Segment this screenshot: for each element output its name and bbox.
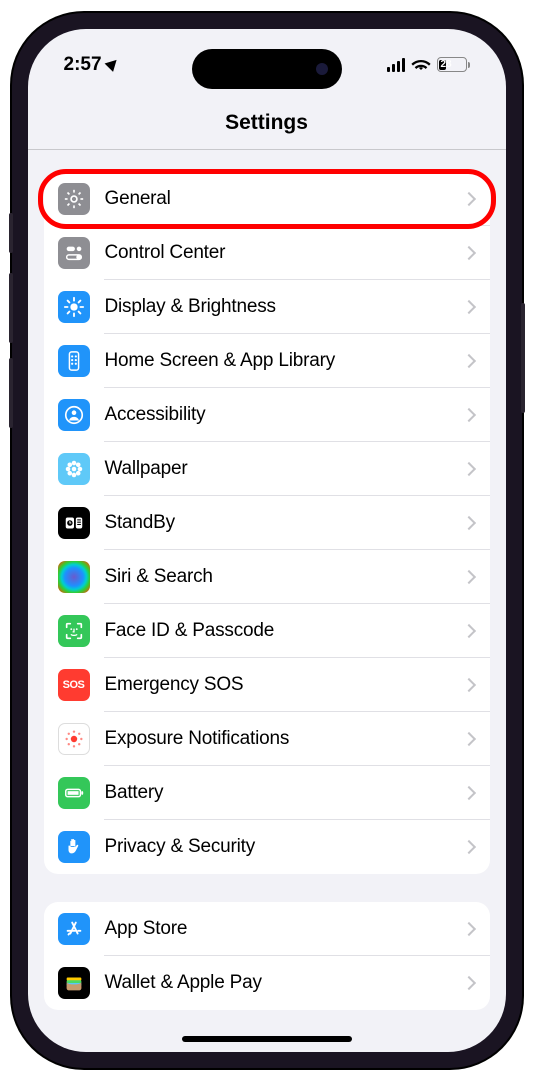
chevron-right-icon <box>461 623 475 637</box>
chevron-right-icon <box>461 191 475 205</box>
home-indicator[interactable] <box>182 1036 352 1042</box>
sos-icon: SOS <box>58 669 90 701</box>
settings-row-accessibility[interactable]: Accessibility <box>44 388 490 442</box>
chevron-right-icon <box>461 515 475 529</box>
settings-row-control-center[interactable]: Control Center <box>44 226 490 280</box>
settings-row-wallpaper[interactable]: Wallpaper <box>44 442 490 496</box>
wifi-icon <box>411 57 431 72</box>
chevron-right-icon <box>461 245 475 259</box>
settings-row-privacy[interactable]: Privacy & Security <box>44 820 490 874</box>
settings-row-appstore[interactable]: App Store <box>44 902 490 956</box>
chevron-right-icon <box>461 839 475 853</box>
settings-row-display-brightness[interactable]: Display & Brightness <box>44 280 490 334</box>
row-label: General <box>105 188 464 210</box>
cellular-icon <box>387 58 405 72</box>
chevron-right-icon <box>461 921 475 935</box>
settings-row-faceid[interactable]: Face ID & Passcode <box>44 604 490 658</box>
chevron-right-icon <box>461 461 475 475</box>
home-screen-icon <box>58 345 90 377</box>
faceid-icon <box>58 615 90 647</box>
chevron-right-icon <box>461 299 475 313</box>
settings-row-siri[interactable]: Siri & Search <box>44 550 490 604</box>
chevron-right-icon <box>461 353 475 367</box>
accessibility-icon <box>58 399 90 431</box>
display-brightness-icon <box>58 291 90 323</box>
privacy-icon <box>58 831 90 863</box>
location-icon <box>104 56 120 72</box>
row-label: Face ID & Passcode <box>105 620 464 642</box>
row-label: App Store <box>105 918 464 940</box>
row-label: Exposure Notifications <box>105 728 464 750</box>
chevron-right-icon <box>461 975 475 989</box>
chevron-right-icon <box>461 785 475 799</box>
settings-row-wallet[interactable]: Wallet & Apple Pay <box>44 956 490 1010</box>
chevron-right-icon <box>461 677 475 691</box>
screen: 2:57 28 Settings <box>28 29 506 1052</box>
battery-icon: 28 <box>437 57 470 72</box>
row-label: Siri & Search <box>105 566 464 588</box>
status-time: 2:57 <box>64 54 102 76</box>
row-label: Privacy & Security <box>105 836 464 858</box>
wallpaper-icon <box>58 453 90 485</box>
settings-row-general[interactable]: General <box>44 172 490 226</box>
row-label: Wallet & Apple Pay <box>105 972 464 994</box>
row-label: Wallpaper <box>105 458 464 480</box>
control-center-icon <box>58 237 90 269</box>
row-label: Control Center <box>105 242 464 264</box>
standby-icon <box>58 507 90 539</box>
appstore-icon <box>58 913 90 945</box>
row-label: Home Screen & App Library <box>105 350 464 372</box>
wallet-icon <box>58 967 90 999</box>
row-label: Battery <box>105 782 464 804</box>
exposure-icon <box>58 723 90 755</box>
settings-row-battery[interactable]: Battery <box>44 766 490 820</box>
settings-row-standby[interactable]: StandBy <box>44 496 490 550</box>
battery-icon <box>58 777 90 809</box>
general-icon <box>58 183 90 215</box>
chevron-right-icon <box>461 407 475 421</box>
chevron-right-icon <box>461 569 475 583</box>
row-label: Accessibility <box>105 404 464 426</box>
row-label: Emergency SOS <box>105 674 464 696</box>
row-label: StandBy <box>105 512 464 534</box>
row-label: Display & Brightness <box>105 296 464 318</box>
settings-row-home-screen[interactable]: Home Screen & App Library <box>44 334 490 388</box>
settings-row-sos[interactable]: SOS Emergency SOS <box>44 658 490 712</box>
siri-icon <box>58 561 90 593</box>
dynamic-island <box>192 49 342 89</box>
page-title: Settings <box>28 111 506 135</box>
phone-frame: 2:57 28 Settings <box>12 13 522 1068</box>
settings-row-exposure[interactable]: Exposure Notifications <box>44 712 490 766</box>
chevron-right-icon <box>461 731 475 745</box>
settings-list[interactable]: General Control Center Display & Brightnes… <box>28 150 506 1052</box>
